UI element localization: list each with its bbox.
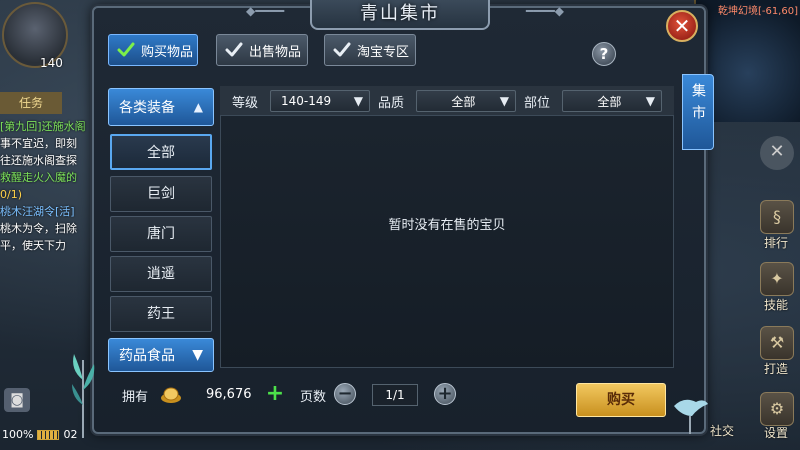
map-location-label: 乾坤幻境[-61,60] bbox=[717, 6, 798, 17]
camera-icon[interactable]: ◙ bbox=[4, 388, 30, 412]
level-filter-label: 等级 bbox=[232, 96, 259, 111]
side-tab-market[interactable]: 集市 bbox=[682, 74, 714, 150]
quest-line: 桃木为令，扫除 bbox=[0, 222, 77, 235]
quest-line: 救醒走火入魔的 bbox=[0, 171, 77, 184]
quest-tab[interactable]: 任务 bbox=[0, 92, 62, 114]
help-icon[interactable]: ? bbox=[592, 42, 616, 66]
quality-dropdown-value: 全部 bbox=[451, 94, 476, 109]
close-button[interactable]: ✕ bbox=[666, 10, 698, 42]
buy-button[interactable]: 购买 bbox=[576, 383, 666, 417]
title-ornament-left: ◆━━━━ bbox=[246, 4, 285, 18]
category-group-equipment[interactable]: 各类装备 ▲ bbox=[108, 88, 214, 126]
page-next-button[interactable]: + bbox=[434, 383, 456, 405]
category-group-potions[interactable]: 药品食品 ▼ bbox=[108, 338, 214, 372]
category-item-yaowang[interactable]: 药王 bbox=[110, 296, 212, 332]
check-icon bbox=[333, 41, 351, 59]
tab-treasure[interactable]: 淘宝专区 bbox=[324, 34, 416, 66]
category-group-label: 各类装备 bbox=[119, 100, 175, 116]
battery-percent: 100% bbox=[2, 428, 34, 441]
page-prev-button[interactable]: − bbox=[334, 383, 356, 405]
owned-label: 拥有 bbox=[122, 390, 149, 405]
battery-icon bbox=[37, 429, 60, 440]
chevron-down-icon: ▼ bbox=[192, 347, 203, 363]
category-group-label: 药品食品 bbox=[119, 348, 175, 364]
quest-line: 0/1) bbox=[0, 188, 22, 201]
gold-amount: 96,676 bbox=[206, 387, 252, 402]
tab-sell-label: 出售物品 bbox=[249, 44, 302, 60]
skill-label[interactable]: 技能 bbox=[756, 296, 796, 313]
category-item-all[interactable]: 全部 bbox=[110, 134, 212, 170]
chevron-down-icon: ▼ bbox=[645, 94, 655, 108]
tab-sell[interactable]: 出售物品 bbox=[216, 34, 308, 66]
side-tab-market-label: 集市 bbox=[690, 83, 706, 127]
title-ornament-right: ━━━━◆ bbox=[525, 4, 564, 18]
quality-dropdown[interactable]: 全部 ▼ bbox=[416, 90, 516, 112]
check-icon bbox=[117, 41, 135, 59]
settings-icon[interactable]: ⚙ bbox=[760, 392, 794, 426]
forge-icon[interactable]: ⚒ bbox=[760, 326, 794, 360]
level-dropdown-value: 140-149 bbox=[281, 94, 332, 108]
forge-label[interactable]: 打造 bbox=[756, 360, 796, 377]
ranking-icon[interactable]: § bbox=[760, 200, 794, 234]
check-icon bbox=[225, 41, 243, 59]
quality-filter-label: 品质 bbox=[378, 96, 405, 111]
level-dropdown[interactable]: 140-149 ▼ bbox=[270, 90, 370, 112]
quest-line: 平，使天下力 bbox=[0, 239, 66, 252]
empty-listing-message: 暂时没有在售的宝贝 bbox=[388, 218, 506, 233]
quest-log[interactable]: [第九回]还施水阁 事不宜迟，即刻 往还施水阁查探 救醒走火入魔的 0/1) 桃… bbox=[0, 118, 100, 254]
feather-ornament-icon bbox=[72, 354, 95, 438]
ranking-label[interactable]: 排行 bbox=[756, 234, 796, 251]
slot-filter-label: 部位 bbox=[524, 96, 551, 111]
category-item-greatsword[interactable]: 巨剑 bbox=[110, 176, 212, 212]
player-level: 140 bbox=[40, 56, 63, 70]
bird-ornament-icon bbox=[674, 399, 708, 434]
background-close-icon[interactable]: ✕ bbox=[760, 136, 794, 170]
slot-dropdown-value: 全部 bbox=[597, 94, 622, 109]
chevron-up-icon: ▲ bbox=[193, 100, 203, 114]
gold-ingot-icon bbox=[161, 387, 181, 403]
category-item-xiaoyao[interactable]: 逍遥 bbox=[110, 256, 212, 292]
tab-buy-label: 购买物品 bbox=[141, 44, 194, 60]
page-title: 青山集市 bbox=[310, 0, 490, 30]
chevron-down-icon: ▼ bbox=[499, 94, 509, 108]
device-status-bar: 100% 02 bbox=[2, 428, 77, 441]
add-gold-icon[interactable]: + bbox=[265, 383, 285, 405]
skill-icon[interactable]: ✦ bbox=[760, 262, 794, 296]
page-label: 页数 bbox=[300, 390, 327, 405]
page-indicator: 1/1 bbox=[372, 384, 418, 406]
tab-treasure-label: 淘宝专区 bbox=[357, 44, 410, 60]
chevron-down-icon: ▼ bbox=[353, 94, 363, 108]
quest-line: 桃木汪湖令[活] bbox=[0, 205, 75, 218]
category-item-tangmen[interactable]: 唐门 bbox=[110, 216, 212, 252]
quest-line: 往还施水阁查探 bbox=[0, 154, 77, 167]
quest-line: [第九回]还施水阁 bbox=[0, 120, 86, 133]
tab-buy[interactable]: 购买物品 bbox=[108, 34, 198, 66]
slot-dropdown[interactable]: 全部 ▼ bbox=[562, 90, 662, 112]
settings-label[interactable]: 设置 bbox=[756, 424, 796, 441]
quest-line: 事不宜迟，即刻 bbox=[0, 137, 77, 150]
